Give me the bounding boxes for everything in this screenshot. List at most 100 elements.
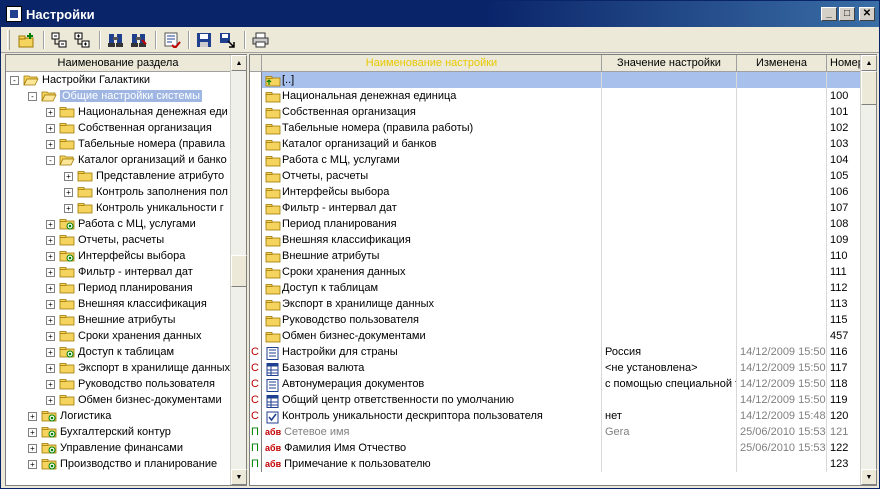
table-row[interactable]: Табельные номера (правила работы) 102 <box>250 120 862 136</box>
tree-item[interactable]: + Сроки хранения данных <box>6 328 201 344</box>
tree-item[interactable]: + Фильтр - интервал дат <box>6 264 193 280</box>
setting-name-cell[interactable]: Собственная организация <box>262 104 602 120</box>
expand-toggle-icon[interactable]: + <box>64 171 73 181</box>
setting-name-cell[interactable]: Базовая валюта <box>262 360 602 376</box>
table-row[interactable]: Национальная денежная единица 100 <box>250 88 862 104</box>
tree-item[interactable]: + Внешняя классификация <box>6 296 207 312</box>
number-column-header[interactable]: Номер <box>827 55 862 72</box>
maximize-button[interactable]: □ <box>839 7 855 21</box>
tree-item[interactable]: + Интерфейсы выбора <box>6 248 185 264</box>
setting-name-cell[interactable]: Табельные номера (правила работы) <box>262 120 602 136</box>
table-row[interactable]: Внешняя классификация 109 <box>250 232 862 248</box>
tree-item[interactable]: + Период планирования <box>6 280 193 296</box>
setting-name-cell[interactable]: Общий центр ответственности по умолчанию <box>262 392 602 408</box>
find-icon[interactable] <box>105 29 127 51</box>
setting-value[interactable] <box>602 280 737 296</box>
setting-name-cell[interactable]: [..] <box>262 72 602 88</box>
expand-toggle-icon[interactable]: + <box>28 411 37 421</box>
setting-value[interactable] <box>602 296 737 312</box>
expand-toggle-icon[interactable]: + <box>46 331 55 341</box>
setting-value[interactable] <box>602 184 737 200</box>
tree-item[interactable]: + Представление атрибуто <box>6 168 224 184</box>
expand-toggle-icon[interactable]: + <box>28 427 37 437</box>
tree-item[interactable]: + Обмен бизнес-документами <box>6 392 222 408</box>
table-row[interactable]: Внешние атрибуты 110 <box>250 248 862 264</box>
new-folder-icon[interactable] <box>16 29 38 51</box>
table-row[interactable]: Каталог организаций и банков 103 <box>250 136 862 152</box>
expand-toggle-icon[interactable]: + <box>46 363 55 373</box>
table-row[interactable]: Пабв Фамилия Имя Отчество 25/06/2010 15:53… <box>250 440 862 456</box>
history-icon[interactable] <box>161 29 183 51</box>
setting-name-cell[interactable]: Работа с МЦ, услугами <box>262 152 602 168</box>
table-row[interactable]: С Настройки для страны Россия 14/12/2009 15… <box>250 344 862 360</box>
tree-item[interactable]: + Контроль заполнения пол <box>6 184 228 200</box>
tree-item[interactable]: + Работа с МЦ, услугами <box>6 216 196 232</box>
setting-name-cell[interactable]: абв Примечание к пользователю <box>262 456 602 472</box>
expand-toggle-icon[interactable]: + <box>46 299 55 309</box>
tree-item[interactable]: + Экспорт в хранилище данных <box>6 360 230 376</box>
setting-value[interactable] <box>602 200 737 216</box>
setting-name-cell[interactable]: Сроки хранения данных <box>262 264 602 280</box>
expand-toggle-icon[interactable]: + <box>46 283 55 293</box>
table-row[interactable]: Доступ к таблицам 112 <box>250 280 862 296</box>
tree-item[interactable]: + Доступ к таблицам <box>6 344 174 360</box>
export-icon[interactable] <box>217 29 239 51</box>
expand-toggle-icon[interactable]: + <box>28 443 37 453</box>
setting-name-cell[interactable]: Автонумерация документов <box>262 376 602 392</box>
table-row[interactable]: С Автонумерация документов с помощью специ… <box>250 376 862 392</box>
table-row[interactable]: С Базовая валюта <не установлена> 14/12/200… <box>250 360 862 376</box>
toolbar-grip[interactable] <box>7 29 10 50</box>
table-row[interactable]: Сроки хранения данных 111 <box>250 264 862 280</box>
table-row[interactable]: С Контроль уникальности дескриптора польз… <box>250 408 862 424</box>
setting-value[interactable] <box>602 104 737 120</box>
tree-item[interactable]: + Национальная денежная еди <box>6 104 228 120</box>
tree-item[interactable]: + Управление финансами <box>6 440 183 456</box>
table-row[interactable]: [..] <box>250 72 862 88</box>
setting-value[interactable] <box>602 328 737 344</box>
find-next-icon[interactable] <box>128 29 150 51</box>
tree-item[interactable]: + Отчеты, расчеты <box>6 232 164 248</box>
setting-value[interactable] <box>602 232 737 248</box>
setting-value[interactable] <box>602 248 737 264</box>
setting-name-cell[interactable]: Внешние атрибуты <box>262 248 602 264</box>
collapse-toggle-icon[interactable]: - <box>28 91 37 101</box>
scroll-down-icon[interactable]: ▼ <box>231 469 247 485</box>
scroll-up-icon[interactable]: ▲ <box>231 55 247 71</box>
scroll-thumb[interactable] <box>231 255 247 287</box>
setting-value[interactable]: Gera <box>602 424 737 440</box>
setting-value[interactable]: нет <box>602 408 737 424</box>
table-row[interactable]: Период планирования 108 <box>250 216 862 232</box>
expand-toggle-icon[interactable]: + <box>64 203 73 213</box>
expand-icon[interactable] <box>72 29 94 51</box>
expand-toggle-icon[interactable]: + <box>64 187 73 197</box>
tree-scrollbar[interactable]: ▲ ▼ <box>230 55 247 485</box>
setting-name-cell[interactable]: Национальная денежная единица <box>262 88 602 104</box>
expand-toggle-icon[interactable]: + <box>46 379 55 389</box>
setting-value[interactable] <box>602 456 737 472</box>
tree-item[interactable]: - Настройки Галактики <box>6 72 150 88</box>
expand-toggle-icon[interactable]: + <box>46 347 55 357</box>
table-row[interactable]: Работа с МЦ, услугами 104 <box>250 152 862 168</box>
setting-value[interactable]: с помощью специальной т <box>602 376 737 392</box>
tree-header[interactable]: Наименование раздела <box>6 55 231 72</box>
expand-toggle-icon[interactable]: + <box>46 123 55 133</box>
table-row[interactable]: Пабв Сетевое имя Gera 25/06/2010 15:53 121 <box>250 424 862 440</box>
expand-toggle-icon[interactable]: + <box>46 219 55 229</box>
tree-item[interactable]: + Бухгалтерский контур <box>6 424 171 440</box>
scroll-down-icon[interactable]: ▼ <box>861 469 877 485</box>
setting-value[interactable] <box>602 216 737 232</box>
setting-name-cell[interactable]: Экспорт в хранилище данных <box>262 296 602 312</box>
minimize-button[interactable]: _ <box>821 7 837 21</box>
expand-toggle-icon[interactable]: + <box>46 395 55 405</box>
table-row[interactable]: Интерфейсы выбора 106 <box>250 184 862 200</box>
setting-name-cell[interactable]: Каталог организаций и банков <box>262 136 602 152</box>
table-row[interactable]: Отчеты, расчеты 105 <box>250 168 862 184</box>
value-column-header[interactable]: Значение настройки <box>602 55 737 72</box>
flag-column-header[interactable] <box>250 55 262 72</box>
tree-item[interactable]: + Внешние атрибуты <box>6 312 175 328</box>
table-row[interactable]: Пабв Примечание к пользователю 123 <box>250 456 862 472</box>
setting-name-cell[interactable]: абв Фамилия Имя Отчество <box>262 440 602 456</box>
tree-item[interactable]: + Табельные номера (правила <box>6 136 225 152</box>
setting-name-cell[interactable]: Настройки для страны <box>262 344 602 360</box>
expand-toggle-icon[interactable]: + <box>46 107 55 117</box>
